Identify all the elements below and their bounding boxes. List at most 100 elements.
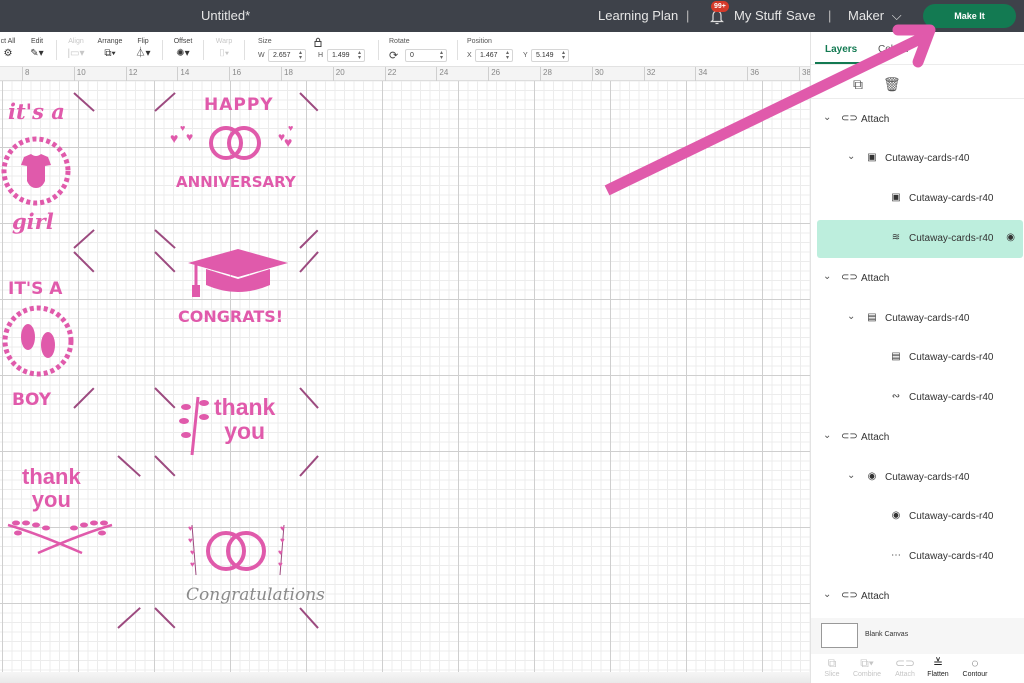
- chevron-down-icon[interactable]: ⌄: [823, 430, 831, 441]
- design-canvas[interactable]: it's a girl HAPPY ♥ ♥ ♥ ♥ ♥ ♥ ANNIVERSAR…: [0, 81, 810, 683]
- slice-label: Slice: [824, 671, 840, 678]
- rotate-icon[interactable]: ⟳: [389, 49, 398, 62]
- cut-line: [73, 229, 95, 249]
- stepper-icon[interactable]: ▴ ▾: [299, 50, 302, 61]
- tab-color-sync[interactable]: Color Sync: [878, 44, 908, 55]
- girl-text[interactable]: girl: [12, 209, 54, 234]
- chevron-down-icon[interactable]: ⌄: [847, 311, 855, 322]
- happy-text[interactable]: HAPPY: [204, 95, 274, 115]
- paperclip-icon: ⊂⊃: [841, 431, 858, 442]
- width-input[interactable]: 2.657 ▴ ▾: [268, 49, 306, 62]
- laurel-graphic[interactable]: [6, 515, 114, 555]
- select-all-button[interactable]: ct All ⚙: [0, 37, 20, 61]
- ruler-tick: [799, 67, 800, 81]
- height-input[interactable]: 1.499 ▴ ▾: [327, 49, 365, 62]
- layer-thumbnail: ∾: [891, 391, 901, 402]
- rotate-input[interactable]: 0 ▴ ▾: [405, 49, 447, 62]
- congrats-text[interactable]: CONGRATS!: [178, 307, 283, 326]
- layer-item[interactable]: ≋ Cutaway-cards-r40 ◉: [817, 220, 1023, 258]
- duplicate-icon[interactable]: ⧉: [853, 76, 863, 93]
- ruler-tick: [332, 67, 334, 81]
- layer-item[interactable]: ▣ Cutaway-cards-r40: [817, 180, 1023, 218]
- save-button[interactable]: Save: [786, 8, 816, 23]
- svg-text:♥: ♥: [180, 123, 185, 133]
- edit-button[interactable]: Edit ✎▾: [27, 37, 47, 61]
- layer-item[interactable]: ▤ Cutaway-cards-r40: [817, 339, 1023, 377]
- rotate-value: 0: [410, 52, 414, 59]
- chevron-down-icon[interactable]: ⌄: [847, 151, 855, 162]
- cut-line: [73, 251, 95, 273]
- layer-name: Cutaway-cards-r40: [885, 472, 970, 483]
- baby-feet-wreath-graphic[interactable]: [0, 301, 80, 381]
- boy-text[interactable]: BOY: [12, 390, 51, 410]
- divider: |: [828, 8, 832, 23]
- x-position-input[interactable]: 1.467 ▴ ▾: [475, 49, 513, 62]
- learning-plan-link[interactable]: Learning Plan: [598, 8, 678, 23]
- lock-icon[interactable]: [313, 37, 323, 47]
- layer-group[interactable]: ⌄ ▤ Cutaway-cards-r40: [817, 300, 1023, 338]
- stepper-icon[interactable]: ▴ ▾: [440, 50, 443, 61]
- branch-graphic[interactable]: [174, 393, 214, 457]
- layer-group-attach[interactable]: ⌄ ⊂⊃ Attach: [817, 260, 1023, 298]
- divider: [378, 40, 379, 60]
- offset-button[interactable]: Offset ✺▾: [170, 37, 196, 61]
- layer-group-attach[interactable]: ⌄ ⊂⊃ Attach: [817, 578, 1023, 616]
- y-position-input[interactable]: 5.149 ▴ ▾: [531, 49, 569, 62]
- stepper-icon[interactable]: ▴ ▾: [506, 50, 509, 61]
- rings-vines-graphic[interactable]: ♥ ♥ ♥ ♥ ♥ ♥ ♥ ♥: [184, 521, 294, 581]
- its-a-text[interactable]: it's a: [8, 99, 65, 124]
- flip-button[interactable]: Flip ⏃▾: [133, 37, 153, 61]
- congratulations-text[interactable]: Congratulations: [186, 585, 325, 605]
- warp-button[interactable]: Warp ⌷▾: [212, 37, 236, 61]
- contour-button[interactable]: ◌ Contour: [957, 656, 993, 678]
- thank-you-text-2[interactable]: thank you: [22, 465, 81, 511]
- thank-you-text-1[interactable]: thank you: [214, 395, 275, 443]
- make-it-button[interactable]: Make It: [923, 4, 1016, 28]
- ruler-tick: [229, 67, 231, 81]
- ruler-tick: [488, 67, 490, 81]
- blank-canvas-swatch[interactable]: [821, 623, 858, 648]
- its-a-boy-text[interactable]: IT'S A: [8, 279, 62, 299]
- divider: [811, 64, 1024, 65]
- my-stuff-link[interactable]: My Stuff: [734, 8, 781, 23]
- ruler-label: 32: [646, 68, 656, 77]
- slice-icon: ⧉: [827, 656, 837, 670]
- graduation-cap-graphic[interactable]: [186, 247, 290, 301]
- align-button[interactable]: Align |▭▾: [65, 37, 87, 61]
- combine-button[interactable]: ⧉▾ Combine: [849, 656, 885, 678]
- chevron-down-icon[interactable]: ⌄: [823, 112, 831, 123]
- cut-line: [117, 607, 141, 629]
- layer-item[interactable]: ◉ Cutaway-cards-r40: [817, 498, 1023, 536]
- chevron-down-icon[interactable]: ⌄: [823, 589, 831, 600]
- anniversary-text[interactable]: ANNIVERSARY: [176, 173, 296, 191]
- ruler-tick: [22, 67, 23, 81]
- layer-group[interactable]: ⌄ ◉ Cutaway-cards-r40: [817, 459, 1023, 497]
- layer-item[interactable]: ∾ Cutaway-cards-r40: [817, 379, 1023, 417]
- layer-group[interactable]: ⌄ ▣ Cutaway-cards-r40: [817, 140, 1023, 178]
- delete-icon[interactable]: 🗑: [883, 76, 901, 93]
- chevron-down-icon: ⌵: [891, 8, 902, 23]
- rings-hearts-graphic[interactable]: ♥ ♥ ♥ ♥ ♥ ♥: [166, 117, 308, 169]
- chevron-down-icon[interactable]: ⌄: [823, 271, 831, 282]
- layer-group-attach[interactable]: ⌄ ⊂⊃ Attach: [817, 419, 1023, 457]
- chevron-down-icon[interactable]: ⌄: [847, 470, 855, 481]
- arrange-button[interactable]: Arrange ⧉▾: [94, 37, 126, 61]
- layer-group-attach[interactable]: ⌄ ⊂⊃ Attach: [817, 101, 1023, 139]
- cut-line: [154, 92, 176, 112]
- stepper-icon[interactable]: ▴ ▾: [358, 50, 361, 61]
- edit-toolbar: ct All ⚙ Edit ✎▾ Align |▭▾ Arrange ⧉▾ Fl…: [0, 32, 810, 67]
- size-label: Size: [258, 38, 272, 45]
- machine-select[interactable]: Maker ⌵: [848, 8, 902, 24]
- flatten-button[interactable]: ≚ Flatten: [920, 656, 956, 678]
- warp-icon: ⌷▾: [218, 48, 230, 59]
- attach-button[interactable]: ⊂⊃ Attach: [887, 656, 923, 678]
- blank-canvas-row[interactable]: Blank Canvas: [811, 618, 1024, 654]
- eye-icon[interactable]: ◉: [1006, 232, 1015, 243]
- slice-button[interactable]: ⧉ Slice: [814, 656, 850, 678]
- ruler-label: 16: [232, 68, 242, 77]
- cut-line: [299, 387, 319, 409]
- onesie-wreath-graphic[interactable]: [0, 133, 78, 211]
- stepper-icon[interactable]: ▴ ▾: [562, 50, 565, 61]
- tab-layers[interactable]: Layers: [825, 44, 857, 55]
- layer-item[interactable]: ⋯ Cutaway-cards-r40: [817, 538, 1023, 576]
